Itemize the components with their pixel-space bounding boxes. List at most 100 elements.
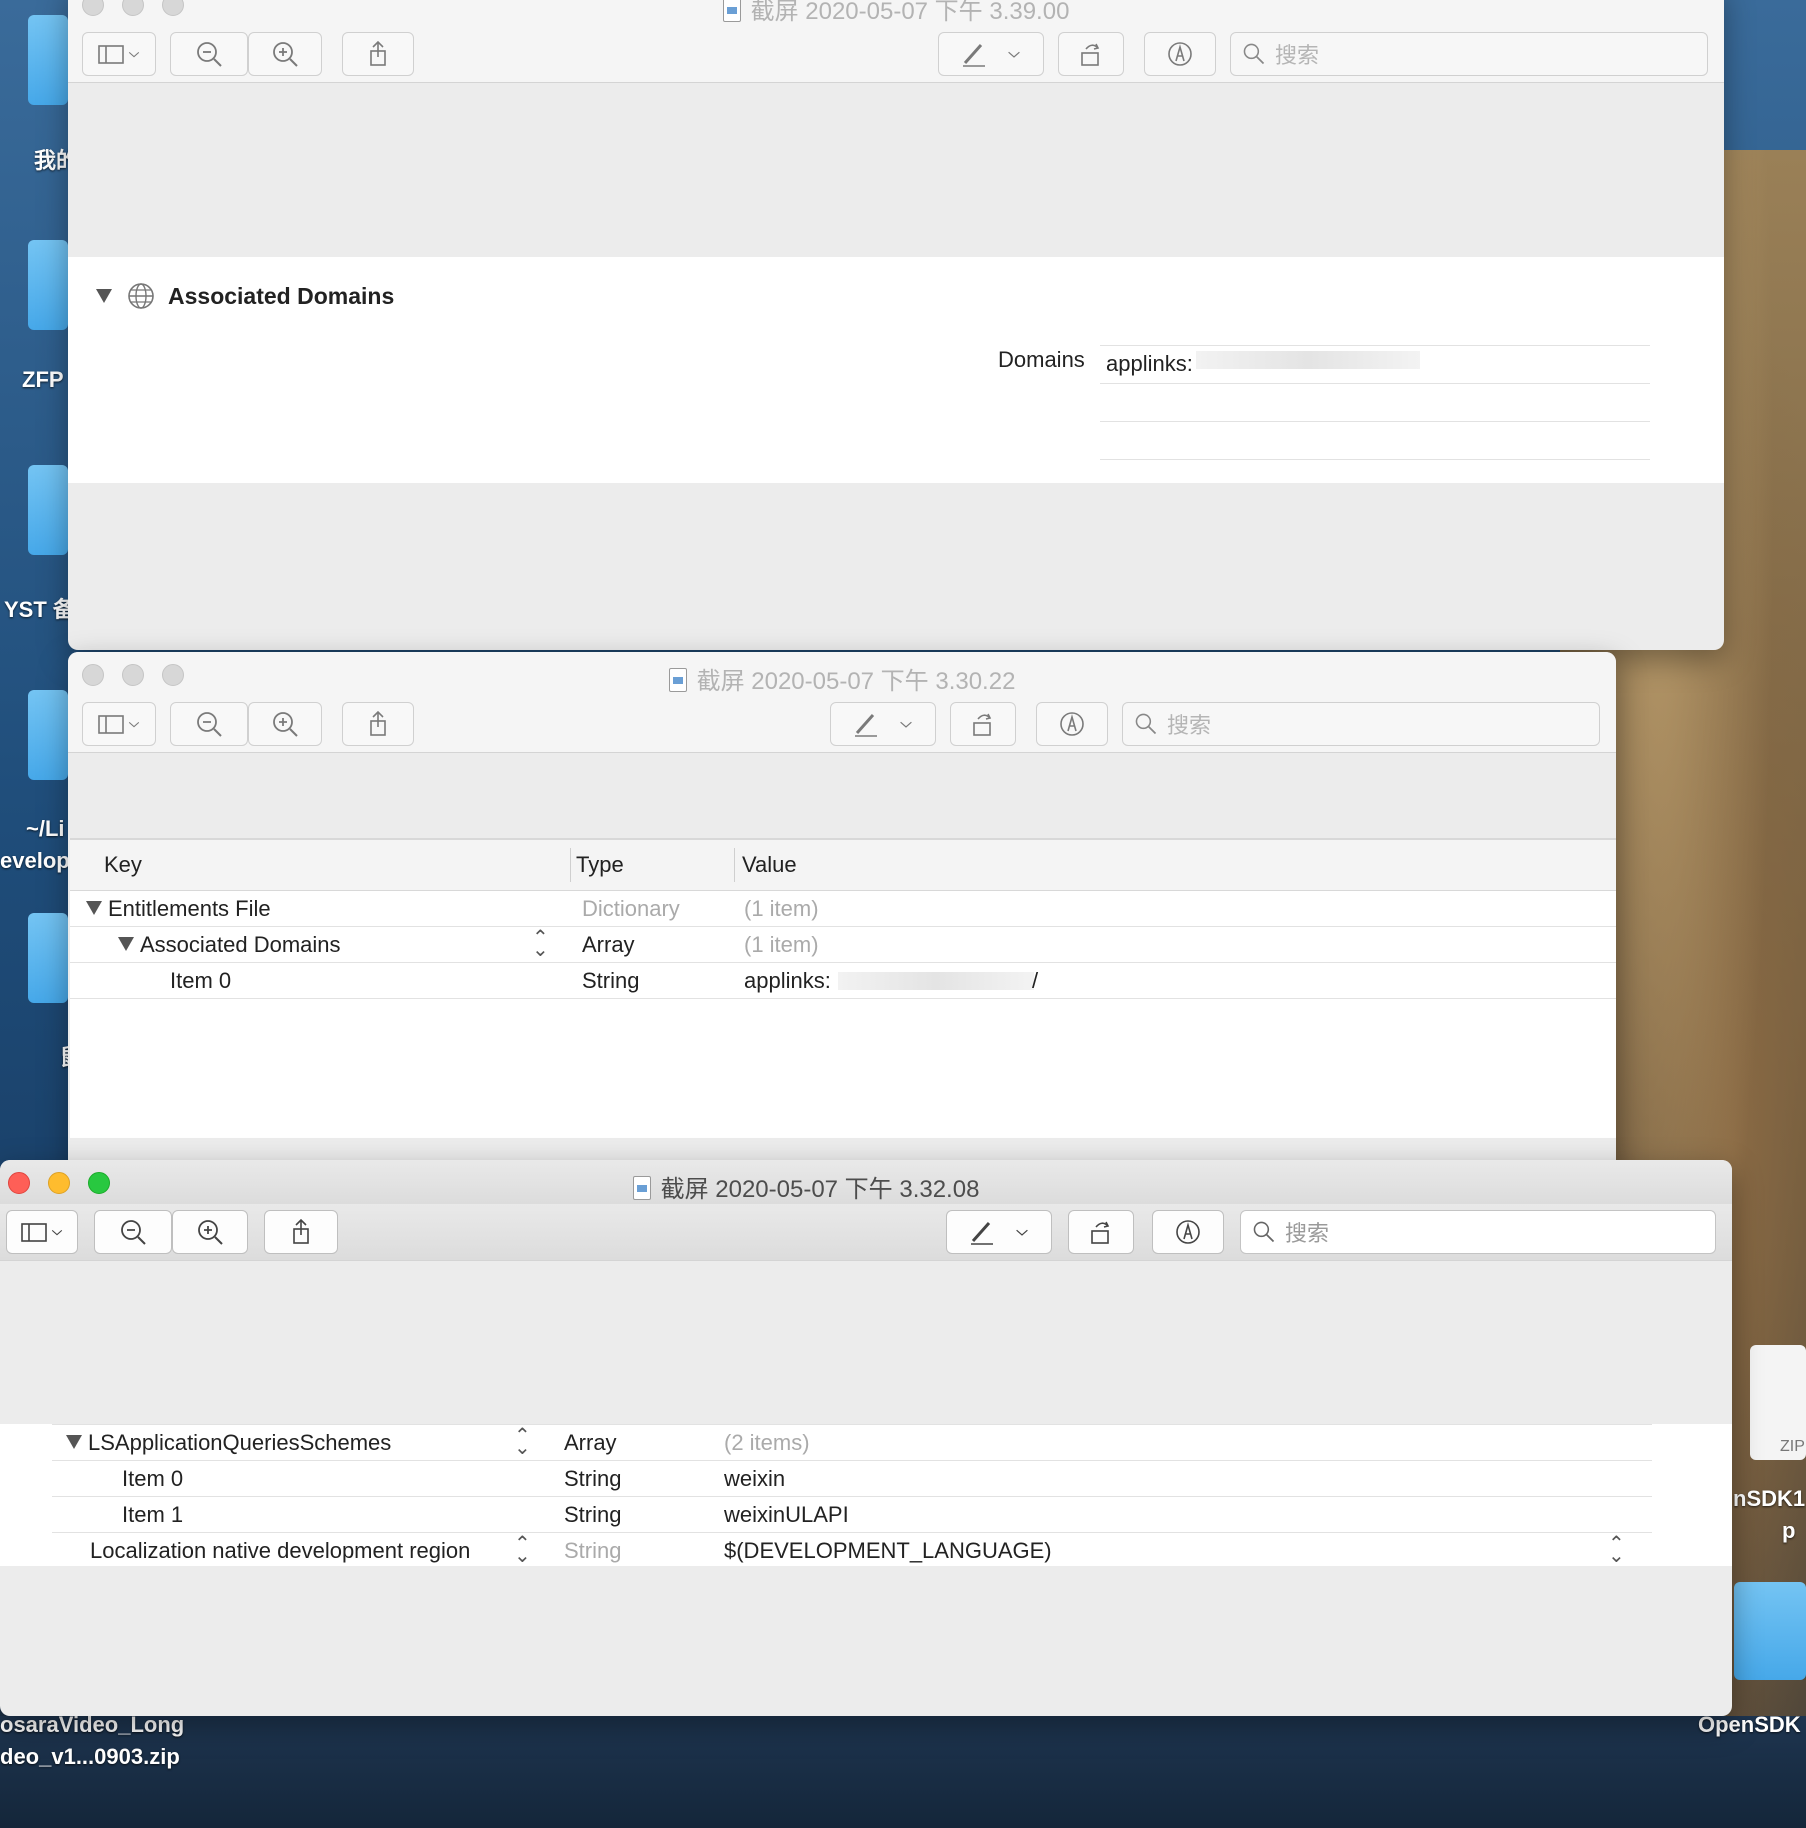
rotate-button[interactable] (1068, 1210, 1134, 1254)
search-field[interactable]: 搜索 (1122, 702, 1600, 746)
annotate-button[interactable] (1152, 1210, 1224, 1254)
markup-button[interactable] (946, 1210, 1052, 1254)
column-divider[interactable] (734, 848, 735, 882)
zoom-in-icon (198, 1220, 223, 1245)
markup-pen-icon (971, 1222, 993, 1245)
table-row[interactable]: Localization native development region ⌃… (52, 1532, 1652, 1566)
share-button[interactable] (342, 702, 414, 746)
annotate-button[interactable] (1036, 702, 1108, 746)
share-button[interactable] (264, 1210, 338, 1254)
markup-pen-icon (855, 714, 877, 737)
sidebar-toggle-button[interactable] (82, 702, 156, 746)
column-header-key[interactable]: Key (104, 852, 142, 878)
table-row[interactable]: Entitlements File Dictionary (1 item) (70, 890, 1616, 927)
desktop-label[interactable]: nSDK1 (1733, 1486, 1805, 1512)
disclosure-triangle-icon[interactable] (96, 289, 112, 303)
title-bar[interactable]: 截屏 2020-05-07 下午 3.30.22 (68, 652, 1616, 696)
search-icon (1243, 43, 1265, 65)
search-icon (1253, 1221, 1275, 1243)
search-placeholder: 搜索 (1285, 1221, 1330, 1246)
domains-table[interactable]: applinks: (1100, 345, 1650, 460)
disclosure-triangle-icon[interactable] (86, 901, 102, 915)
plist-editor: Key Type Value Entitlements File Diction… (70, 838, 1616, 1138)
row-divider (1100, 421, 1650, 422)
zoom-in-button[interactable] (248, 32, 322, 76)
window-title: 截屏 2020-05-07 下午 3.30.22 (68, 661, 1616, 696)
row-type: String (564, 1466, 622, 1491)
zoom-out-icon (197, 712, 222, 737)
desktop-folder-icon[interactable] (28, 913, 68, 1003)
desktop-folder-icon[interactable] (1734, 1582, 1806, 1680)
preview-window-front[interactable]: 截屏 2020-05-07 下午 3.32.08 搜索 LSApplicatio… (0, 1160, 1732, 1716)
row-key: Associated Domains (118, 932, 341, 958)
stepper-arrows-icon[interactable]: ⌃ ⌄ (514, 1534, 531, 1566)
row-value: (1 item) (744, 896, 819, 921)
row-key: Entitlements File (86, 896, 271, 922)
column-divider[interactable] (570, 848, 571, 882)
desktop-label[interactable]: YST 备 (4, 592, 75, 624)
row-type: String (564, 1538, 622, 1563)
rotate-button[interactable] (1058, 32, 1124, 76)
zoom-in-button[interactable] (248, 702, 322, 746)
table-row[interactable]: Associated Domains ⌃ ⌄ Array (1 item) (70, 926, 1616, 963)
zoom-out-button[interactable] (170, 32, 248, 76)
table-row[interactable]: Item 0 String weixin (52, 1460, 1652, 1497)
table-row[interactable]: Item 0 String applinks: / (70, 962, 1616, 999)
desktop-folder-icon[interactable] (28, 690, 68, 780)
desktop-folder-icon[interactable] (28, 240, 68, 330)
sidebar-toggle-icon (98, 45, 124, 64)
share-icon (370, 710, 386, 736)
desktop-folder-icon[interactable] (28, 465, 68, 555)
disclosure-triangle-icon[interactable] (66, 1435, 82, 1449)
row-divider (1100, 345, 1650, 346)
domain-entry[interactable]: applinks: (1106, 351, 1193, 377)
capabilities-panel: Associated Domains Domains applinks: (68, 257, 1724, 483)
table-header: Key Type Value (70, 838, 1616, 891)
markup-button[interactable] (830, 702, 936, 746)
row-type: String (564, 1502, 622, 1527)
rotate-icon (1081, 43, 1100, 66)
search-field[interactable]: 搜索 (1240, 1210, 1716, 1254)
stepper-arrows-icon[interactable]: ⌃ ⌄ (532, 928, 549, 960)
stepper-arrows-icon[interactable]: ⌃ ⌄ (514, 1426, 531, 1458)
zoom-in-button[interactable] (172, 1210, 248, 1254)
sidebar-toggle-button[interactable] (82, 32, 156, 76)
row-value: applinks: (744, 968, 831, 993)
share-button[interactable] (342, 32, 414, 76)
search-field[interactable]: 搜索 (1230, 32, 1708, 76)
column-header-type[interactable]: Type (576, 852, 624, 878)
desktop-label[interactable]: ~/Li (26, 816, 65, 842)
column-header-value[interactable]: Value (742, 852, 797, 878)
zoom-out-button[interactable] (94, 1210, 172, 1254)
row-key: Item 0 (170, 968, 232, 993)
zoom-out-button[interactable] (170, 702, 248, 746)
markup-pen-icon (963, 44, 985, 67)
markup-button[interactable] (938, 32, 1044, 76)
chevron-down-icon (51, 1230, 63, 1236)
section-header[interactable]: Associated Domains (96, 281, 394, 311)
desktop-label[interactable]: ZFP (22, 367, 64, 393)
row-key: Item 0 (122, 1466, 184, 1491)
row-value-suffix: / (1032, 968, 1039, 993)
chevron-down-icon (900, 721, 912, 728)
disclosure-triangle-icon[interactable] (118, 937, 134, 951)
chevron-down-icon (1008, 51, 1020, 58)
annotate-button[interactable] (1144, 32, 1216, 76)
rotate-icon (973, 713, 992, 736)
stepper-arrows-icon[interactable]: ⌃ ⌄ (1608, 1534, 1625, 1566)
sidebar-toggle-button[interactable] (6, 1210, 78, 1254)
title-bar[interactable]: 截屏 2020-05-07 下午 3.32.08 (0, 1160, 1732, 1204)
annotate-icon (1176, 1220, 1200, 1244)
row-value: weixinULAPI (724, 1502, 849, 1527)
search-placeholder: 搜索 (1275, 43, 1320, 68)
preview-window-middle[interactable]: 截屏 2020-05-07 下午 3.30.22 搜索 Key Type Val… (68, 652, 1616, 1172)
desktop-folder-icon[interactable] (28, 15, 68, 105)
desktop-label[interactable]: p (1782, 1518, 1795, 1544)
desktop-label[interactable]: deo_v1...0903.zip (0, 1744, 180, 1770)
table-row[interactable]: LSApplicationQueriesSchemes ⌃ ⌄ Array (2 … (52, 1424, 1652, 1461)
preview-window-back[interactable]: 截屏 2020-05-07 下午 3.39.00 搜索 Associated D… (68, 0, 1724, 650)
table-row[interactable]: Item 1 String weixinULAPI (52, 1496, 1652, 1533)
title-bar[interactable]: 截屏 2020-05-07 下午 3.39.00 (68, 0, 1724, 26)
desktop-label[interactable]: evelop (0, 848, 70, 874)
rotate-button[interactable] (950, 702, 1016, 746)
